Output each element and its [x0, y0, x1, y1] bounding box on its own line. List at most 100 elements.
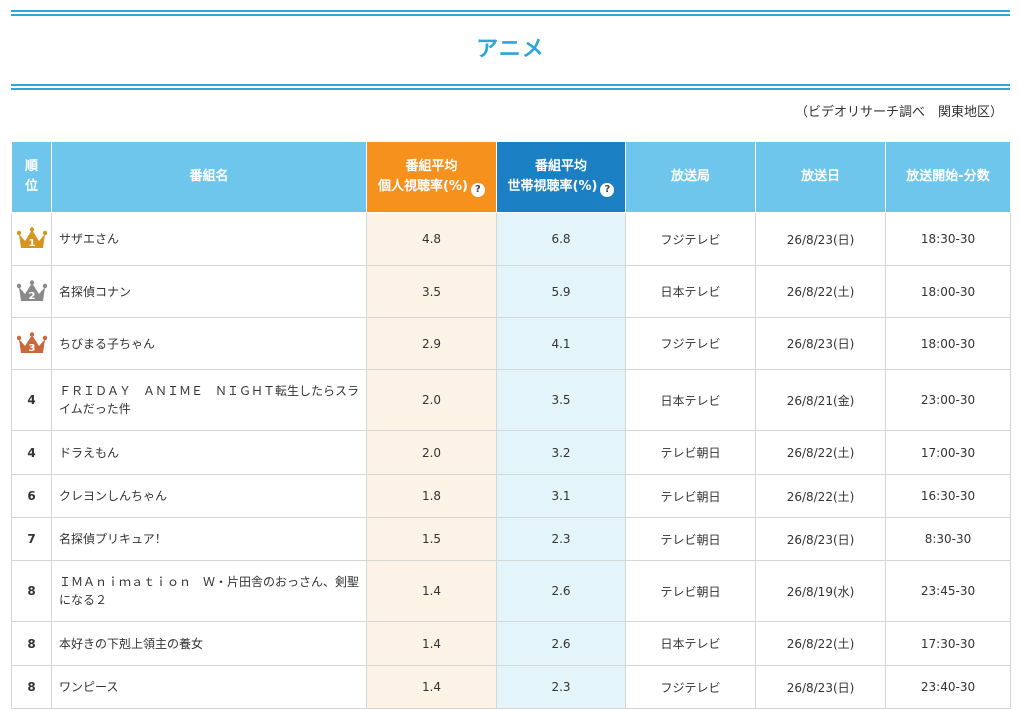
broadcast-date: 26/8/22(土) — [755, 621, 886, 666]
table-row: 2 名探偵コナン 3.5 5.9 日本テレビ 26/8/22(土) 18:00-30 — [11, 265, 1011, 318]
table-row: 8 ワンピース 1.4 2.3 フジテレビ 26/8/23(日) 23:40-30 — [11, 665, 1011, 709]
station-name: テレビ朝日 — [625, 517, 756, 561]
program-name: 名探偵プリキュア！ — [51, 517, 367, 561]
table-row: 6 クレヨンしんちゃん 1.8 3.1 テレビ朝日 26/8/22(土) 16:30-30 — [11, 474, 1011, 518]
start-duration: 8:30-30 — [885, 517, 1011, 561]
header-station: 放送局 — [625, 141, 756, 213]
start-duration: 23:00-30 — [885, 369, 1011, 431]
start-duration: 17:30-30 — [885, 621, 1011, 666]
header-rank: 順 位 — [11, 141, 52, 213]
help-icon[interactable]: ? — [600, 183, 615, 197]
page-title: アニメ — [476, 37, 545, 62]
table-row: 4 ドラえもん 2.0 3.2 テレビ朝日 26/8/22(土) 17:00-30 — [11, 430, 1011, 475]
header-start-duration: 放送開始-分数 — [885, 141, 1011, 213]
rank-cell: 3 — [11, 317, 52, 370]
start-duration: 18:00-30 — [885, 265, 1011, 318]
program-name: ワンピース — [51, 665, 367, 709]
crown-rank-number: 1 — [28, 238, 35, 249]
household-rating: 2.3 — [496, 665, 626, 709]
divider — [11, 88, 1010, 90]
rank-cell: 2 — [11, 265, 52, 318]
station-name: テレビ朝日 — [625, 474, 756, 518]
crown-rank-number: 2 — [28, 291, 35, 302]
station-name: フジテレビ — [625, 665, 756, 709]
header-personal-line1: 番組平均 — [405, 159, 458, 174]
header-household-label: 世帯視聴率(%) — [507, 179, 598, 194]
broadcast-date: 26/8/22(土) — [755, 265, 886, 318]
crown-icon: 2 — [16, 279, 47, 302]
divider — [11, 10, 1010, 12]
program-name: ちびまる子ちゃん — [51, 317, 367, 370]
table-row: 7 名探偵プリキュア！ 1.5 2.3 テレビ朝日 26/8/23(日) 8:30-30 — [11, 517, 1011, 561]
rank-cell: 4 — [11, 430, 52, 475]
broadcast-date: 26/8/19(水) — [755, 560, 886, 622]
table-row: 8 本好きの下剋上領主の養女 1.4 2.6 日本テレビ 26/8/22(土) 17:30-… — [11, 621, 1011, 666]
header-personal-label: 個人視聴率(%) — [378, 179, 468, 194]
start-duration: 18:00-30 — [885, 317, 1011, 370]
personal-rating: 1.4 — [366, 560, 497, 622]
header-rank-label: 順 位 — [24, 159, 38, 194]
household-rating: 6.8 — [496, 212, 626, 266]
divider — [11, 84, 1010, 86]
program-name: ＩＭＡｎｉｍａｔｉｏｎ Ｗ・片田舎のおっさん、剣聖になる２ — [51, 560, 367, 622]
crown-icon: 3 — [16, 331, 47, 354]
broadcast-date: 26/8/23(日) — [755, 665, 886, 709]
program-name: 本好きの下剋上領主の養女 — [51, 621, 367, 666]
crown-icon: 1 — [16, 227, 47, 249]
broadcast-date: 26/8/23(日) — [755, 212, 886, 266]
start-duration: 16:30-30 — [885, 474, 1011, 518]
household-rating: 2.6 — [496, 560, 626, 622]
personal-rating: 1.8 — [366, 474, 497, 518]
personal-rating: 3.5 — [366, 265, 497, 318]
program-name: クレヨンしんちゃん — [51, 474, 367, 518]
rank-cell: 6 — [11, 474, 52, 518]
household-rating: 2.3 — [496, 517, 626, 561]
station-name: 日本テレビ — [625, 369, 756, 431]
station-name: テレビ朝日 — [625, 430, 756, 475]
personal-rating: 2.0 — [366, 430, 497, 475]
table-row: 4 ＦＲＩＤＡＹ ＡＮＩＭＥ ＮＩＧＨＴ転生したらスライムだった件 2.0 3.5 日本… — [11, 369, 1011, 431]
table-body: 1 サザエさん 4.8 6.8 フジテレビ 26/8/23(日) 18:30-30 2 名探偵コ… — [11, 212, 1011, 709]
broadcast-date: 26/8/22(土) — [755, 474, 886, 518]
personal-rating: 1.4 — [366, 665, 497, 709]
rank-cell: 1 — [11, 212, 52, 266]
header-household-line1: 番組平均 — [534, 159, 587, 174]
start-duration: 23:45-30 — [885, 560, 1011, 622]
rank-cell: 8 — [11, 665, 52, 709]
personal-rating: 2.9 — [366, 317, 497, 370]
header-household-line2: 世帯視聴率(%)? — [497, 177, 625, 197]
personal-rating: 4.8 — [366, 212, 497, 266]
household-rating: 3.1 — [496, 474, 626, 518]
station-name: 日本テレビ — [625, 621, 756, 666]
start-duration: 23:40-30 — [885, 665, 1011, 709]
rank-cell: 7 — [11, 517, 52, 561]
header-personal-line2: 個人視聴率(%)? — [367, 177, 496, 197]
rank-cell: 4 — [11, 369, 52, 431]
header-program: 番組名 — [51, 141, 367, 213]
broadcast-date: 26/8/23(日) — [755, 317, 886, 370]
household-rating: 2.6 — [496, 621, 626, 666]
program-name: サザエさん — [51, 212, 367, 266]
divider — [11, 14, 1010, 16]
household-rating: 4.1 — [496, 317, 626, 370]
header-personal-rating: 番組平均 個人視聴率(%)? — [366, 141, 497, 213]
table-header-row: 順 位 番組名 番組平均 個人視聴率(%)? 番組平均 世帯視聴率(%)? 放送… — [11, 141, 1011, 213]
ratings-table: 順 位 番組名 番組平均 個人視聴率(%)? 番組平均 世帯視聴率(%)? 放送… — [11, 141, 1011, 709]
table-row: 8 ＩＭＡｎｉｍａｔｉｏｎ Ｗ・片田舎のおっさん、剣聖になる２ 1.4 2.6 テレビ朝… — [11, 560, 1011, 622]
table-row: 1 サザエさん 4.8 6.8 フジテレビ 26/8/23(日) 18:30-30 — [11, 212, 1011, 266]
personal-rating: 2.0 — [366, 369, 497, 431]
station-name: フジテレビ — [625, 317, 756, 370]
household-rating: 3.2 — [496, 430, 626, 475]
station-name: 日本テレビ — [625, 265, 756, 318]
table-row: 3 ちびまる子ちゃん 2.9 4.1 フジテレビ 26/8/23(日) 18:00-30 — [11, 317, 1011, 370]
source-note: （ビデオリサーチ調べ 関東地区） — [794, 105, 1003, 120]
broadcast-date: 26/8/21(金) — [755, 369, 886, 431]
household-rating: 3.5 — [496, 369, 626, 431]
header-household-rating: 番組平均 世帯視聴率(%)? — [496, 141, 626, 213]
station-name: フジテレビ — [625, 212, 756, 266]
start-duration: 18:30-30 — [885, 212, 1011, 266]
personal-rating: 1.4 — [366, 621, 497, 666]
program-name: ＦＲＩＤＡＹ ＡＮＩＭＥ ＮＩＧＨＴ転生したらスライムだった件 — [51, 369, 367, 431]
program-name: 名探偵コナン — [51, 265, 367, 318]
help-icon[interactable]: ? — [470, 183, 485, 197]
